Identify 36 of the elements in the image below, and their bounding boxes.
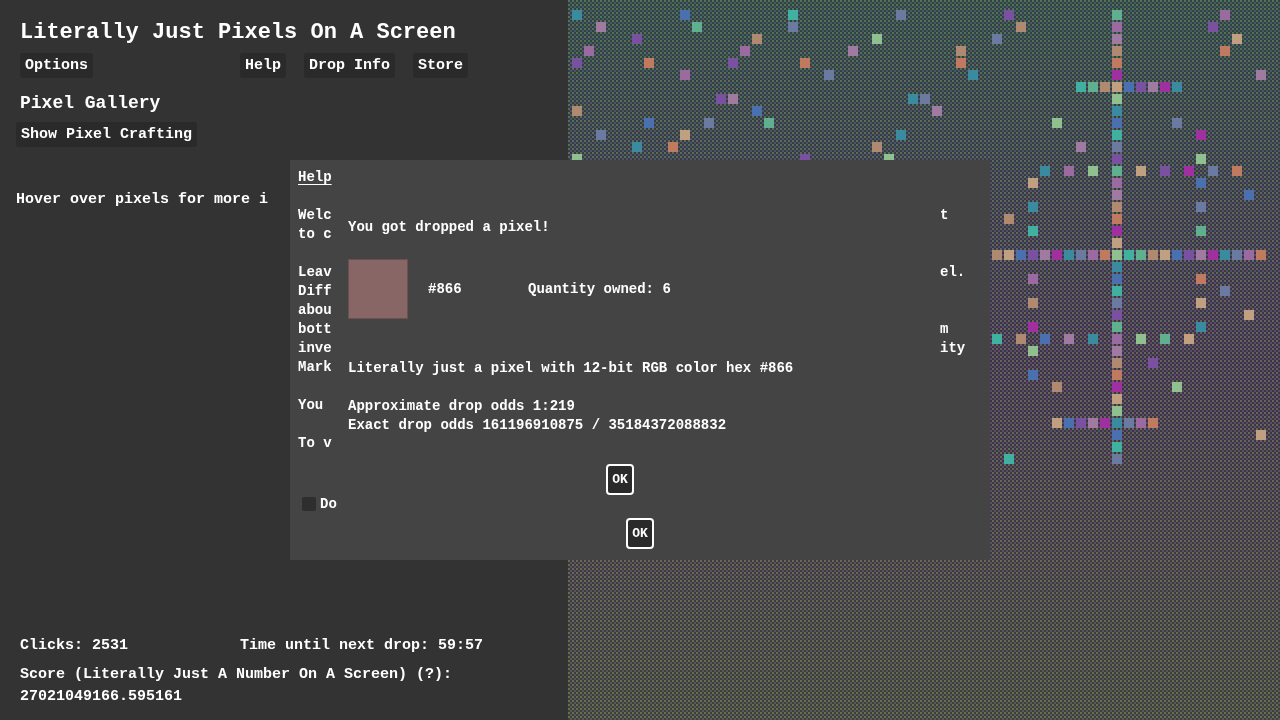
drop-title: You got dropped a pixel! <box>348 218 551 237</box>
menu-button[interactable]: Options <box>20 53 93 78</box>
help-text: Leav <box>298 263 332 282</box>
help-text: You <box>298 396 324 415</box>
help-text: Welc <box>298 206 332 225</box>
gallery-heading: Pixel Gallery <box>20 92 162 115</box>
ok-button[interactable]: OK <box>626 518 654 549</box>
help-text: t <box>940 206 949 225</box>
help-text: abou <box>298 301 332 320</box>
crafting-button[interactable]: Show Pixel Crafting <box>16 122 198 147</box>
score-value: 27021049166.595161 <box>20 687 184 707</box>
pixel-description: Literally just a pixel with 12-bit RGB color hex #866 <box>348 359 795 378</box>
menu-button[interactable]: Help <box>240 53 286 78</box>
pixel-hex: #866 <box>428 281 463 297</box>
hover-hint: Hover over pixels for more i <box>16 191 270 208</box>
help-text: ity <box>940 339 966 358</box>
clicks-counter: Clicks: 2531 <box>20 637 130 654</box>
app-title: Literally Just Pixels On A Screen <box>20 19 457 47</box>
help-text: m <box>940 320 949 339</box>
help-text: Mark <box>298 358 332 377</box>
help-text: inve <box>298 339 332 358</box>
help-title: Help <box>298 168 332 187</box>
help-text: To v <box>298 434 332 453</box>
help-text: to c <box>298 225 332 244</box>
menu-button[interactable]: Store <box>413 53 469 78</box>
menu-button[interactable]: Drop Info <box>304 53 396 78</box>
ok-button[interactable]: OK <box>606 464 634 495</box>
score-label: Score (Literally Just A Number On A Screen) (?): <box>20 665 454 685</box>
quantity-owned: Quantity owned: 6 <box>528 281 671 297</box>
help-text: bott <box>298 320 332 339</box>
help-text: el. <box>940 263 966 282</box>
approx-odds: Approximate drop odds 1:219 <box>348 397 576 416</box>
help-text: Diff <box>298 282 332 301</box>
checkbox-label: Do <box>320 496 337 512</box>
exact-odds: Exact drop odds 161196910875 / 35184372088832 <box>348 416 728 435</box>
drop-timer: Time until next drop: 59:57 <box>240 637 484 654</box>
